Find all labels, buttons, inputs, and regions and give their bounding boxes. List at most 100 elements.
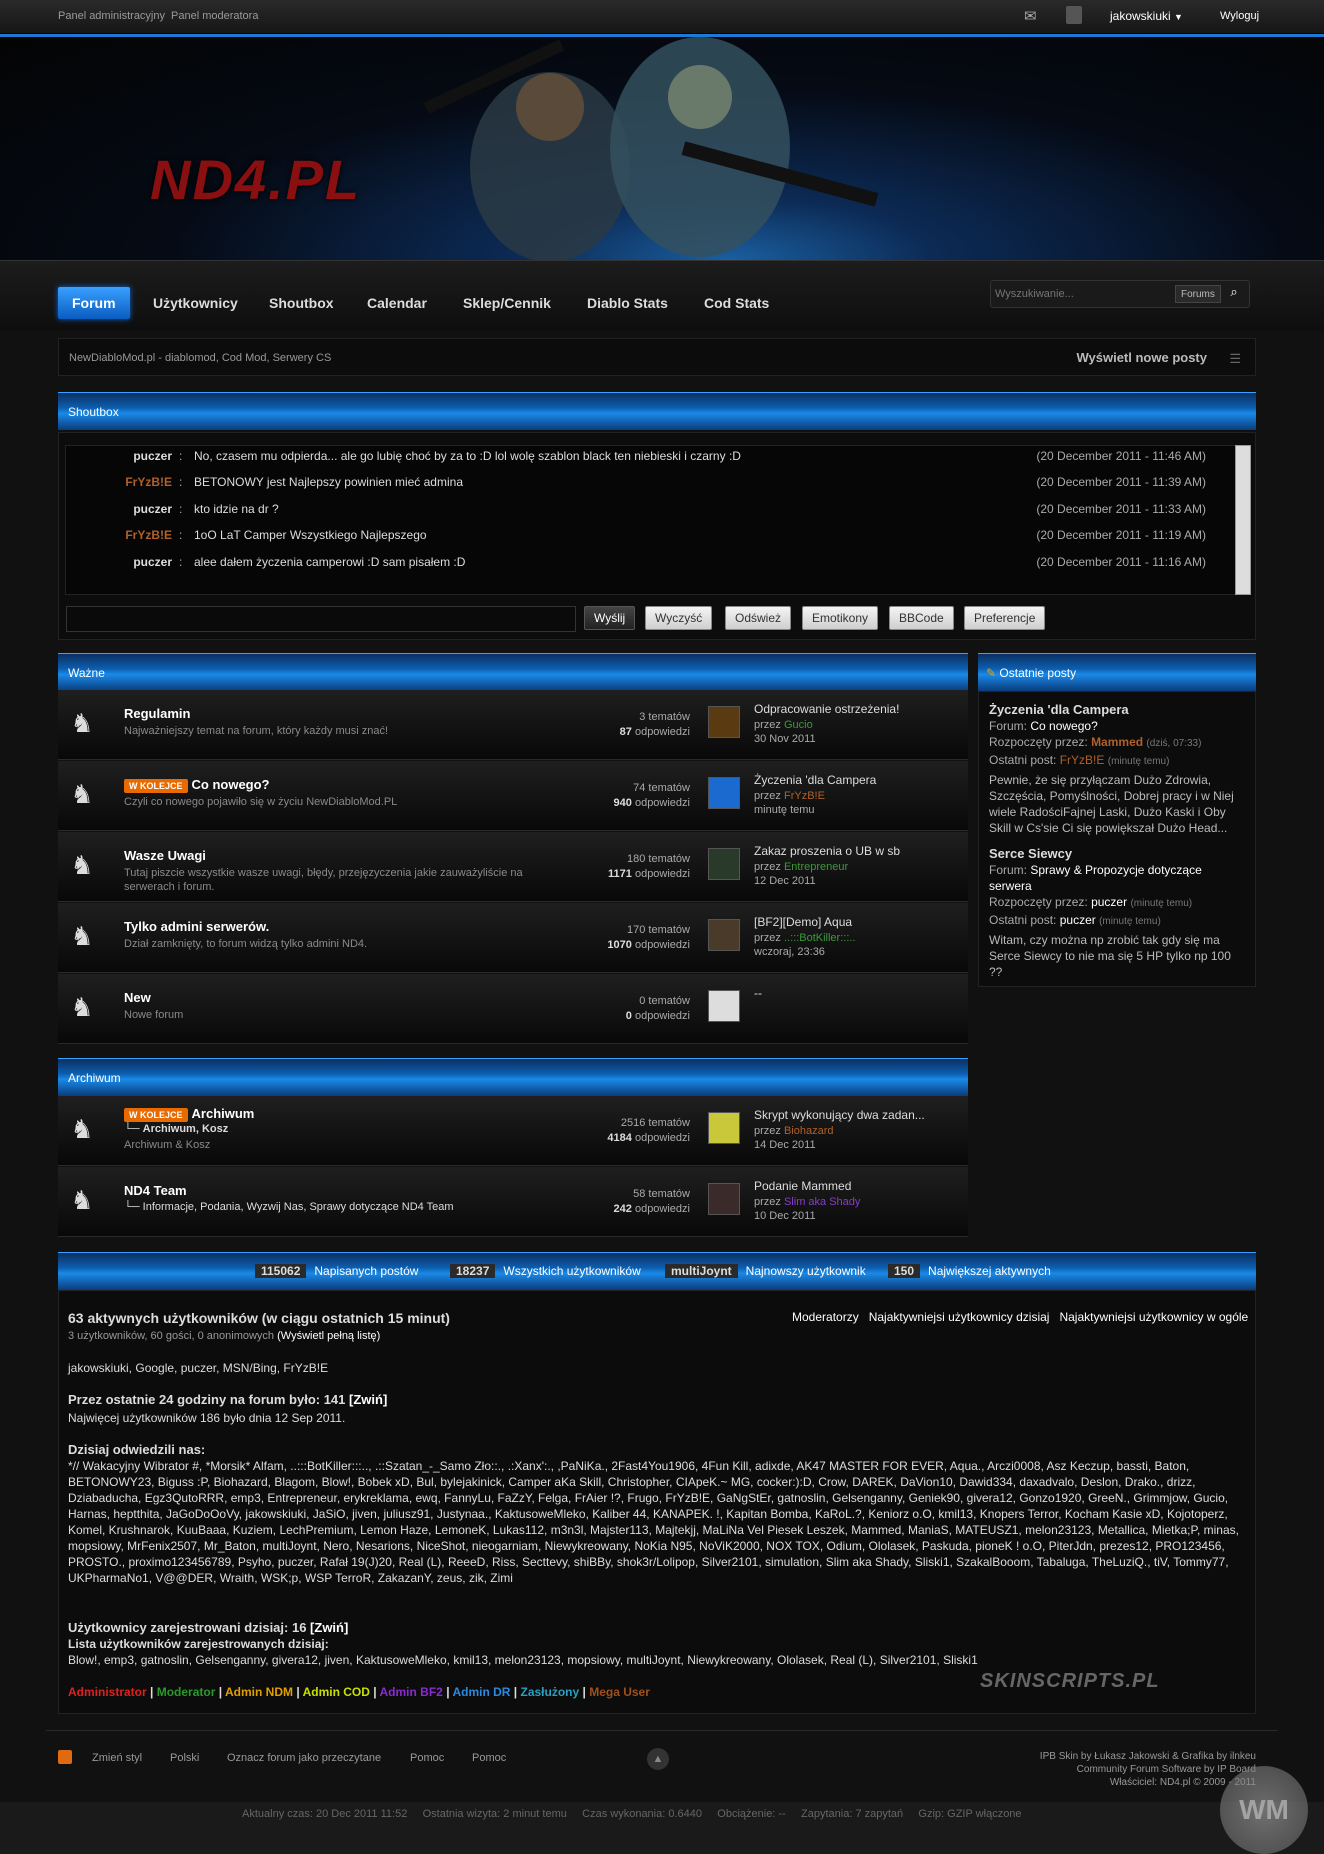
subforums[interactable]: Informacje, Podania, Wyzwij Nas, Sprawy …: [143, 1201, 454, 1213]
send-button[interactable]: Wyślij: [584, 606, 636, 630]
credit-software[interactable]: Community Forum Software by IP Board: [1040, 1763, 1256, 1776]
user-menu[interactable]: jakowskiuki ▼: [1110, 9, 1183, 23]
forum-title[interactable]: Archiwum: [192, 1106, 255, 1121]
last-poster-avatar[interactable]: [708, 706, 740, 738]
last-post-title[interactable]: Odpracowanie ostrzeżenia!: [754, 702, 899, 717]
last-poster-avatar[interactable]: [708, 919, 740, 951]
stat-label: Wszystkich użytkowników: [503, 1264, 641, 1278]
breadcrumb[interactable]: NewDiabloMod.pl - diablomod, Cod Mod, Se…: [69, 352, 331, 364]
shout-sep: :: [179, 502, 183, 516]
clear-button[interactable]: Wyczyść: [645, 606, 713, 630]
refresh-button[interactable]: Odśwież: [725, 606, 792, 630]
logout-link[interactable]: Wyloguj: [1220, 10, 1259, 22]
user-link[interactable]: FrYzB!E: [1060, 753, 1105, 767]
recent-post-title[interactable]: Życzenia 'dla Campera: [989, 702, 1245, 718]
forum-title[interactable]: ND4 Team: [124, 1183, 187, 1198]
shout-nick[interactable]: puczer: [42, 445, 172, 467]
top-overall-link[interactable]: Najaktywniejsi użytkownicy w ogóle: [1059, 1310, 1248, 1324]
emoticons-button[interactable]: Emotikony: [802, 606, 879, 630]
last-poster[interactable]: Entrepreneur: [784, 861, 848, 873]
nav-forum[interactable]: Forum: [58, 287, 130, 319]
shout-input[interactable]: [66, 606, 576, 632]
subforum-arrow-icon: └─: [124, 1201, 143, 1213]
recent-post-title[interactable]: Serce Siewcy: [989, 846, 1245, 862]
forum-soldier-icon: ♞: [70, 1114, 94, 1144]
mark-read-link[interactable]: Oznacz forum jako przeczytane: [227, 1752, 381, 1764]
user-link[interactable]: puczer: [1060, 913, 1096, 927]
help-link[interactable]: Pomoc: [410, 1752, 444, 1764]
profile-card-icon[interactable]: [1066, 6, 1082, 24]
admin-panel-link[interactable]: Panel administracyjny: [58, 10, 165, 22]
subforum-list: └─ Archiwum, Kosz: [124, 1123, 228, 1135]
nav-shop[interactable]: Sklep/Cennik: [449, 287, 565, 319]
search-input[interactable]: [995, 284, 1165, 304]
change-style-link[interactable]: Zmień styl: [92, 1752, 142, 1764]
last-poster[interactable]: Biohazard: [784, 1125, 834, 1137]
last-poster-avatar[interactable]: [708, 1112, 740, 1144]
search-scope[interactable]: Forums: [1175, 285, 1221, 303]
last-poster[interactable]: Gucio: [784, 719, 813, 731]
forum-row[interactable]: ♞ W KOLEJCE Archiwum └─ Archiwum, Kosz Ar…: [58, 1096, 968, 1166]
forum-desc: Dział zamknięty, to forum widzą tylko ad…: [124, 938, 368, 950]
forum-title[interactable]: Tylko admini serwerów.: [124, 919, 269, 934]
shout-nick[interactable]: FrYzB!E: [42, 524, 172, 546]
bbcode-button[interactable]: BBCode: [889, 606, 954, 630]
last-post-title[interactable]: Skrypt wykonujący dwa zadan...: [754, 1108, 925, 1123]
search-icon[interactable]: ⌕: [1223, 284, 1245, 304]
shout-nick[interactable]: puczer: [42, 498, 172, 520]
last-poster-avatar[interactable]: [708, 848, 740, 880]
nav-calendar[interactable]: Calendar: [353, 287, 441, 319]
user-link[interactable]: Mammed: [1091, 735, 1143, 749]
nav-users[interactable]: Użytkownicy: [139, 287, 252, 319]
mail-icon[interactable]: ✉: [1024, 7, 1044, 25]
new-posts-link[interactable]: Wyświetl nowe posty: [1076, 350, 1207, 365]
legend-admin-cod: Admin COD: [302, 1685, 370, 1699]
forum-row[interactable]: ♞ W KOLEJCE Co nowego? Czyli co nowego po…: [58, 761, 968, 831]
forum-title[interactable]: Wasze Uwagi: [124, 848, 206, 863]
moderators-link[interactable]: Moderatorzy: [792, 1310, 859, 1324]
forum-stats: 2516 tematów 4184 odpowiedzi: [607, 1116, 690, 1146]
full-list-link[interactable]: (Wyświetl pełną listę): [277, 1330, 380, 1342]
nav-shoutbox[interactable]: Shoutbox: [255, 287, 348, 319]
back-to-top-icon[interactable]: ▲: [647, 1748, 669, 1770]
recent-post-started: Rozpoczęty przez: Mammed (dziś, 07:33): [989, 734, 1245, 752]
nav-cod-stats[interactable]: Cod Stats: [690, 287, 783, 319]
language-link[interactable]: Polski: [170, 1752, 199, 1764]
subforums[interactable]: Archiwum, Kosz: [143, 1123, 229, 1135]
shoutbox-scrollbar[interactable]: [1235, 445, 1251, 595]
forum-row[interactable]: ♞ Regulamin Najważniejszy temat na forum…: [58, 690, 968, 760]
shout-nick[interactable]: puczer: [42, 551, 172, 573]
last-poster[interactable]: ..:::BotKiller:::..: [784, 932, 856, 944]
newest-user-link[interactable]: multiJoynt: [665, 1264, 738, 1278]
last-poster-avatar[interactable]: [708, 1183, 740, 1215]
forum-row[interactable]: ♞ New Nowe forum 0 tematów 0 odpowiedzi -…: [58, 974, 968, 1044]
user-link[interactable]: puczer: [1091, 895, 1127, 909]
last-poster[interactable]: FrYzB!E: [784, 790, 825, 802]
shout-message: alee dałem życzenia camperowi :D sam pis…: [194, 555, 466, 569]
forum-title[interactable]: Regulamin: [124, 706, 190, 721]
collapse-link[interactable]: [Zwiń]: [310, 1620, 348, 1635]
last-post-title[interactable]: Życzenia 'dla Campera: [754, 773, 876, 788]
rss-icon[interactable]: [58, 1750, 72, 1764]
forum-row[interactable]: ♞ Tylko admini serwerów. Dział zamknięty…: [58, 903, 968, 973]
forum-row[interactable]: ♞ ND4 Team └─ Informacje, Podania, Wyzwi…: [58, 1167, 968, 1237]
nav-diablo-stats[interactable]: Diablo Stats: [573, 287, 682, 319]
last-post-title[interactable]: [BF2][Demo] Aqua: [754, 915, 852, 930]
forum-stats: 58 tematów 242 odpowiedzi: [614, 1187, 690, 1217]
site-logo[interactable]: ND4.PL: [150, 147, 361, 212]
forum-row[interactable]: ♞ Wasze Uwagi Tutaj piszcie wszystkie wa…: [58, 832, 968, 902]
preferences-button[interactable]: Preferencje: [964, 606, 1046, 630]
shout-nick[interactable]: FrYzB!E: [42, 471, 172, 493]
last-post-title[interactable]: Zakaz proszenia o UB w sb: [754, 844, 900, 859]
collapse-link[interactable]: [Zwiń]: [349, 1392, 387, 1407]
last-post-title[interactable]: Podanie Mammed: [754, 1179, 851, 1194]
forum-title[interactable]: Co nowego?: [192, 777, 270, 792]
help-link-2[interactable]: Pomoc: [472, 1752, 506, 1764]
last-poster[interactable]: Slim aka Shady: [784, 1196, 860, 1208]
last-poster-avatar[interactable]: [708, 777, 740, 809]
forum-title[interactable]: New: [124, 990, 151, 1005]
mod-panel-link[interactable]: Panel moderatora: [171, 10, 258, 22]
forum-link[interactable]: Co nowego?: [1030, 719, 1097, 733]
top-today-link[interactable]: Najaktywniejsi użytkownicy dzisiaj: [869, 1310, 1050, 1324]
stat-members: 18237 Wszystkich użytkowników: [450, 1262, 641, 1280]
